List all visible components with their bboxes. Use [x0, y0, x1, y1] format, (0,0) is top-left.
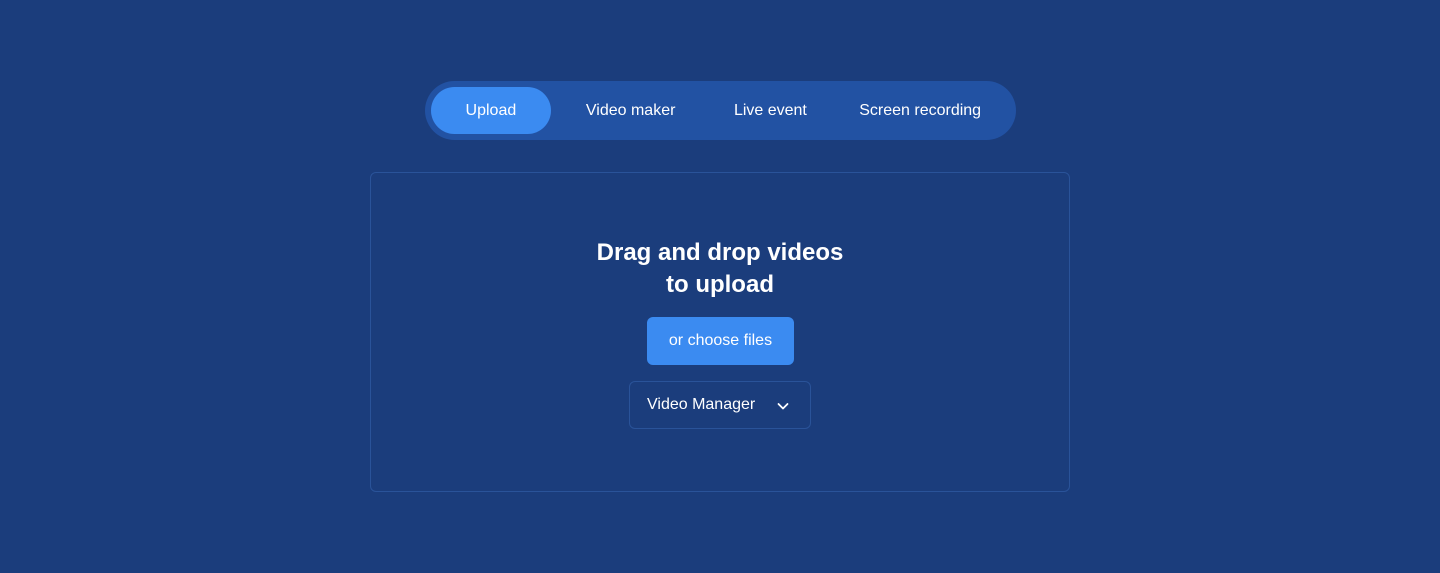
- tab-upload[interactable]: Upload: [431, 87, 551, 134]
- dropzone-heading-line-2: to upload: [666, 271, 774, 298]
- upload-mode-tabs: Upload Video maker Live event Screen rec…: [425, 81, 1016, 140]
- dropzone-heading: Drag and drop videos to upload: [371, 237, 1069, 301]
- tab-screen-recording[interactable]: Screen recording: [830, 87, 1010, 134]
- choose-files-button[interactable]: or choose files: [647, 317, 794, 365]
- destination-select-value: Video Manager: [647, 396, 756, 413]
- upload-dropzone[interactable]: Drag and drop videos to upload or choose…: [370, 172, 1070, 492]
- tab-video-maker[interactable]: Video maker: [551, 87, 711, 134]
- destination-select[interactable]: Video Manager: [629, 381, 811, 429]
- tab-live-event[interactable]: Live event: [711, 87, 831, 134]
- chevron-down-icon: [777, 403, 789, 410]
- dropzone-heading-line-1: Drag and drop videos: [596, 239, 844, 266]
- choose-files-label: or choose files: [668, 332, 773, 349]
